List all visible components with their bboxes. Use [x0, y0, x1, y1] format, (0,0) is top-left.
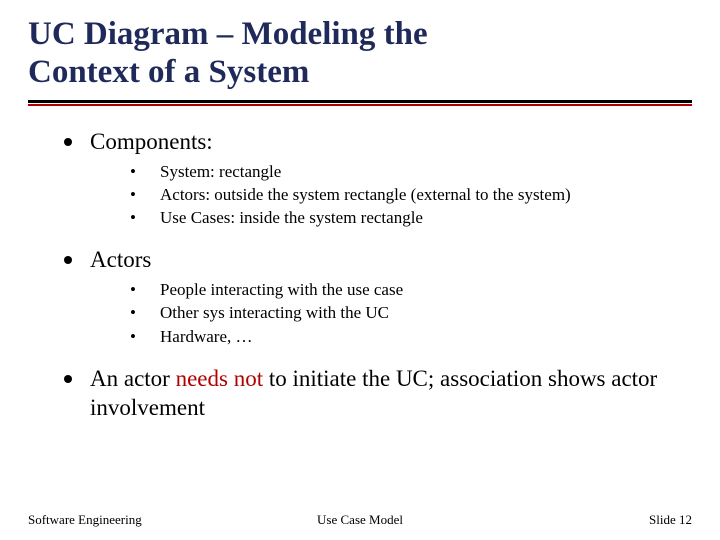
sub-bullet-icon: • [126, 207, 140, 228]
list-item: • Hardware, … [126, 326, 692, 347]
slide: UC Diagram – Modeling the Context of a S… [0, 0, 720, 540]
title-rule-dark [28, 100, 692, 103]
sub-bullet-icon: • [126, 184, 140, 205]
text-highlight: needs not [176, 366, 264, 391]
sub-item-text: System: rectangle [160, 161, 281, 182]
sub-item-text: Actors: outside the system rectangle (ex… [160, 184, 571, 205]
text-pre: An actor [90, 366, 176, 391]
footer-center: Use Case Model [0, 512, 720, 528]
title-rule-red [28, 104, 692, 106]
list-item: • System: rectangle [126, 161, 692, 182]
sub-bullet-icon: • [126, 279, 140, 300]
sub-item-text: Hardware, … [160, 326, 253, 347]
title-line-2: Context of a System [28, 54, 309, 90]
bullet-dot-icon [64, 375, 72, 383]
bullet-dot-icon [64, 256, 72, 264]
bullet-text: An actor needs not to initiate the UC; a… [90, 365, 692, 423]
bullet-actor-note: An actor needs not to initiate the UC; a… [64, 365, 692, 423]
sub-bullet-icon: • [126, 161, 140, 182]
bullet-heading: Actors [90, 246, 151, 275]
list-item: • Other sys interacting with the UC [126, 302, 692, 323]
bullet-dot-icon [64, 138, 72, 146]
slide-footer: Software Engineering Use Case Model Slid… [0, 512, 720, 528]
list-item: • Actors: outside the system rectangle (… [126, 184, 692, 205]
bullet-components: Components: [64, 128, 692, 157]
sub-item-text: Use Cases: inside the system rectangle [160, 207, 423, 228]
sub-bullet-icon: • [126, 302, 140, 323]
sublist-actors: • People interacting with the use case •… [126, 279, 692, 347]
bullet-heading: Components: [90, 128, 213, 157]
slide-title: UC Diagram – Modeling the Context of a S… [28, 16, 692, 92]
sub-item-text: Other sys interacting with the UC [160, 302, 389, 323]
sub-item-text: People interacting with the use case [160, 279, 403, 300]
slide-content: Components: • System: rectangle • Actors… [28, 128, 692, 423]
sublist-components: • System: rectangle • Actors: outside th… [126, 161, 692, 229]
title-line-1: UC Diagram – Modeling the [28, 16, 428, 52]
list-item: • People interacting with the use case [126, 279, 692, 300]
sub-bullet-icon: • [126, 326, 140, 347]
list-item: • Use Cases: inside the system rectangle [126, 207, 692, 228]
bullet-actors: Actors [64, 246, 692, 275]
